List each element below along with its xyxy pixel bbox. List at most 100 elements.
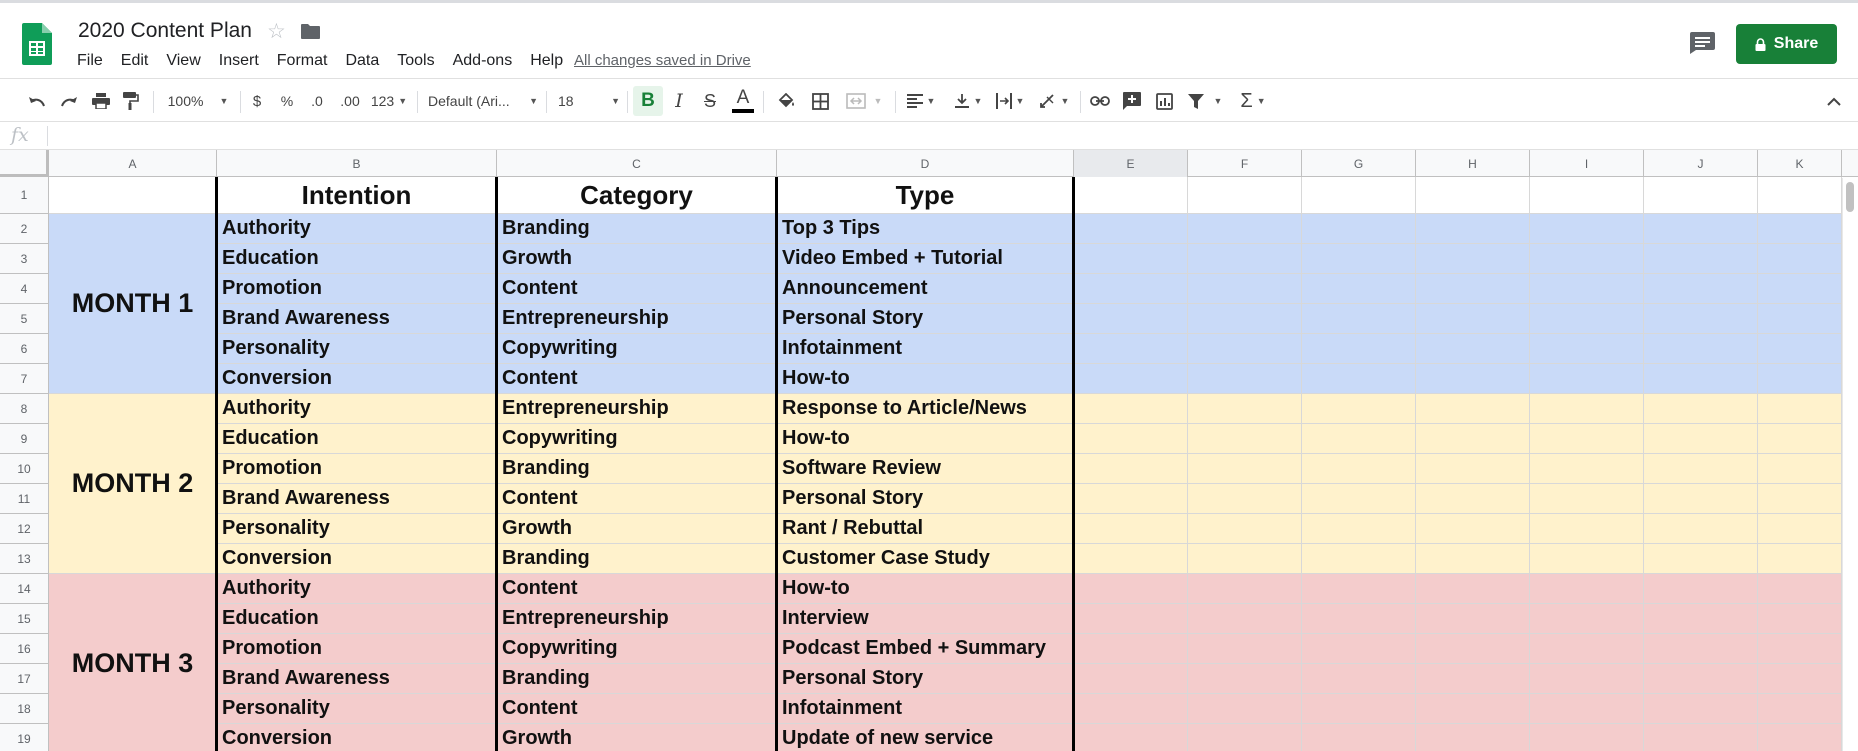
- cell-row1-col7[interactable]: [1416, 177, 1530, 214]
- cell-empty[interactable]: [1758, 274, 1842, 304]
- header-intention[interactable]: Intention: [217, 177, 497, 214]
- cell-empty[interactable]: [1416, 544, 1530, 574]
- cell-empty[interactable]: [1416, 454, 1530, 484]
- align-left-icon[interactable]: ▼: [903, 79, 939, 123]
- row-header-5[interactable]: 5: [0, 304, 49, 334]
- cell-empty[interactable]: [1074, 604, 1188, 634]
- cell-type[interactable]: How-to: [777, 574, 1074, 604]
- row-header-14[interactable]: 14: [0, 574, 49, 604]
- cell-empty[interactable]: [1530, 604, 1644, 634]
- vertical-align-icon[interactable]: ▼: [950, 79, 986, 123]
- cell-empty[interactable]: [1644, 664, 1758, 694]
- column-header-c[interactable]: C: [497, 150, 777, 177]
- cell-empty[interactable]: [1416, 484, 1530, 514]
- share-button[interactable]: Share: [1736, 24, 1837, 64]
- cell-intention[interactable]: Conversion: [217, 724, 497, 751]
- column-header-f[interactable]: F: [1188, 150, 1302, 177]
- cell-empty[interactable]: [1758, 694, 1842, 724]
- cell-category[interactable]: Copywriting: [497, 634, 777, 664]
- cell-empty[interactable]: [1644, 394, 1758, 424]
- cell-empty[interactable]: [1074, 574, 1188, 604]
- cell-type[interactable]: Customer Case Study: [777, 544, 1074, 574]
- cell-empty[interactable]: [1074, 394, 1188, 424]
- menu-format[interactable]: Format: [268, 50, 337, 72]
- cell-empty[interactable]: [1530, 634, 1644, 664]
- cell-empty[interactable]: [1416, 724, 1530, 751]
- cell-empty[interactable]: [1530, 544, 1644, 574]
- paint-format-icon[interactable]: [118, 79, 144, 123]
- column-header-d[interactable]: D: [777, 150, 1074, 177]
- cell-empty[interactable]: [1758, 514, 1842, 544]
- cell-row1-col4[interactable]: [1074, 177, 1188, 214]
- cell-intention[interactable]: Education: [217, 604, 497, 634]
- cell-type[interactable]: Response to Article/News: [777, 394, 1074, 424]
- cell-category[interactable]: Copywriting: [497, 334, 777, 364]
- cell-intention[interactable]: Education: [217, 244, 497, 274]
- cell-empty[interactable]: [1416, 274, 1530, 304]
- cell-intention[interactable]: Promotion: [217, 634, 497, 664]
- functions-icon[interactable]: Σ ▼: [1236, 79, 1270, 123]
- row-header-13[interactable]: 13: [0, 544, 49, 574]
- cell-empty[interactable]: [1302, 364, 1416, 394]
- cell-empty[interactable]: [1530, 424, 1644, 454]
- cell-empty[interactable]: [1416, 394, 1530, 424]
- column-header-h[interactable]: H: [1416, 150, 1530, 177]
- cell-empty[interactable]: [1074, 424, 1188, 454]
- cell-empty[interactable]: [1074, 334, 1188, 364]
- cell-empty[interactable]: [1530, 574, 1644, 604]
- cell-empty[interactable]: [1188, 724, 1302, 751]
- cell-category[interactable]: Entrepreneurship: [497, 604, 777, 634]
- cell-empty[interactable]: [1302, 724, 1416, 751]
- row-header-15[interactable]: 15: [0, 604, 49, 634]
- menu-edit[interactable]: Edit: [112, 50, 158, 72]
- month-label-2[interactable]: MONTH 2: [49, 394, 217, 574]
- text-rotation-icon[interactable]: ▼: [1035, 79, 1073, 123]
- font-family-select[interactable]: Default (Ari... ▼: [428, 79, 538, 123]
- cell-empty[interactable]: [1758, 574, 1842, 604]
- cell-empty[interactable]: [1416, 634, 1530, 664]
- cell-empty[interactable]: [1188, 574, 1302, 604]
- cell-empty[interactable]: [1188, 514, 1302, 544]
- cell-empty[interactable]: [1302, 454, 1416, 484]
- cell-intention[interactable]: Personality: [217, 514, 497, 544]
- row-header-19[interactable]: 19: [0, 724, 49, 751]
- cell-empty[interactable]: [1416, 214, 1530, 244]
- cell-empty[interactable]: [1644, 514, 1758, 544]
- formula-input[interactable]: [56, 122, 1836, 150]
- cell-empty[interactable]: [1188, 664, 1302, 694]
- cell-empty[interactable]: [1758, 214, 1842, 244]
- cell-empty[interactable]: [1302, 544, 1416, 574]
- cell-type[interactable]: Announcement: [777, 274, 1074, 304]
- column-header-a[interactable]: A: [49, 150, 217, 177]
- strikethrough-button[interactable]: S: [698, 79, 722, 123]
- cell-empty[interactable]: [1644, 454, 1758, 484]
- cell-row1-col9[interactable]: [1644, 177, 1758, 214]
- menu-help[interactable]: Help: [521, 50, 572, 72]
- percent-format-button[interactable]: %: [278, 79, 296, 123]
- row-header-4[interactable]: 4: [0, 274, 49, 304]
- cell-empty[interactable]: [1074, 214, 1188, 244]
- cell-empty[interactable]: [1074, 664, 1188, 694]
- cell-intention[interactable]: Conversion: [217, 364, 497, 394]
- cell-empty[interactable]: [1644, 544, 1758, 574]
- cell-empty[interactable]: [1188, 394, 1302, 424]
- zoom-select[interactable]: 100% ▼: [164, 79, 232, 123]
- cell-empty[interactable]: [1644, 274, 1758, 304]
- cell-empty[interactable]: [1302, 664, 1416, 694]
- cell-category[interactable]: Entrepreneurship: [497, 394, 777, 424]
- cell-empty[interactable]: [1302, 214, 1416, 244]
- sheets-logo-icon[interactable]: [22, 23, 52, 65]
- menu-insert[interactable]: Insert: [210, 50, 268, 72]
- cell-empty[interactable]: [1530, 274, 1644, 304]
- cell-empty[interactable]: [1302, 424, 1416, 454]
- select-all-corner[interactable]: [0, 150, 49, 177]
- print-icon[interactable]: [88, 79, 114, 123]
- cell-empty[interactable]: [1530, 334, 1644, 364]
- link-icon[interactable]: [1088, 79, 1112, 123]
- cell-row1-col10[interactable]: [1758, 177, 1842, 214]
- column-header-i[interactable]: I: [1530, 150, 1644, 177]
- cell-empty[interactable]: [1416, 664, 1530, 694]
- cell-empty[interactable]: [1188, 424, 1302, 454]
- cell-empty[interactable]: [1302, 304, 1416, 334]
- cell-empty[interactable]: [1416, 364, 1530, 394]
